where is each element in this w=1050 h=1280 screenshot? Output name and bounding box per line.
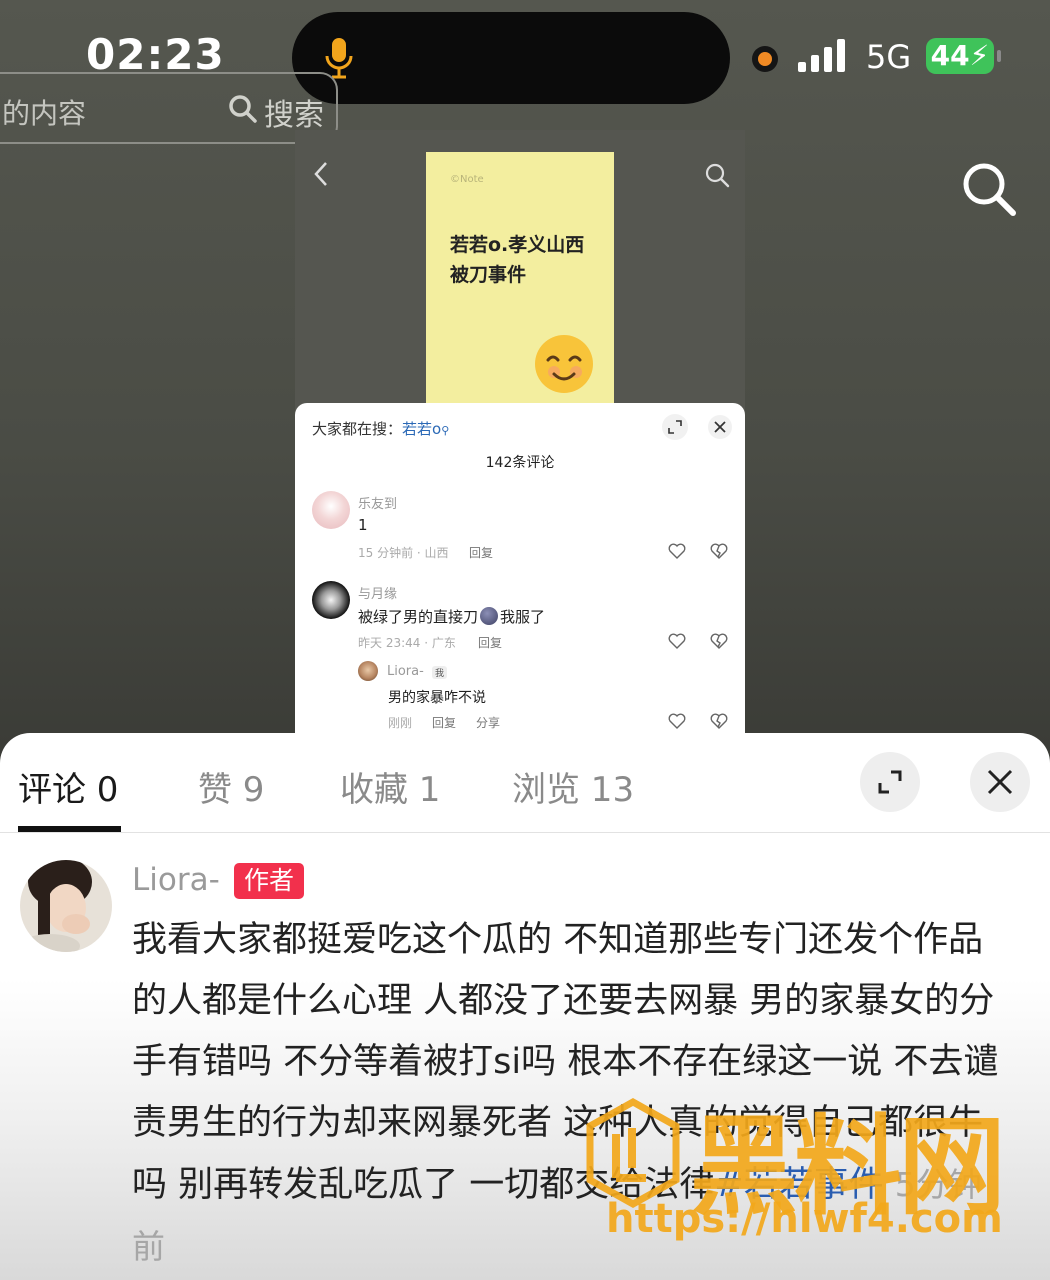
recording-indicator-icon	[752, 46, 778, 72]
comment-meta: 15 分钟前 · 山西	[358, 546, 449, 560]
avatar[interactable]	[312, 491, 350, 529]
tab-favorites[interactable]: 收藏 1	[340, 762, 440, 811]
divider	[0, 832, 1050, 833]
reply-meta: 刚刚	[388, 716, 413, 730]
watermark-url: https://hlwf4.com	[606, 1196, 1003, 1242]
dislike-icon[interactable]	[709, 631, 729, 651]
heart-icon[interactable]	[667, 711, 687, 731]
network-type: 5G	[866, 38, 912, 76]
note-title: 若若o.孝义山西被刀事件	[450, 234, 585, 286]
comment-username[interactable]: 乐友到	[358, 493, 397, 512]
search-icon: ⚲	[441, 424, 450, 437]
moon-emoji-icon	[480, 607, 499, 625]
comment-text-start: 被绿了男的直接刀	[358, 608, 479, 626]
close-icon[interactable]	[708, 415, 732, 439]
watermark-logo-icon	[586, 1098, 680, 1208]
close-button[interactable]	[970, 752, 1030, 812]
dislike-icon[interactable]	[709, 541, 729, 561]
comment-count: 142条评论	[485, 455, 555, 471]
avatar[interactable]	[20, 860, 112, 952]
expand-icon	[878, 770, 902, 794]
heart-icon[interactable]	[667, 541, 687, 561]
heart-icon[interactable]	[667, 631, 687, 651]
tab-views[interactable]: 浏览 13	[512, 762, 634, 811]
comment-author[interactable]: Liora-	[132, 862, 220, 898]
search-hint-term[interactable]: 若若o	[402, 420, 441, 438]
dynamic-island	[292, 12, 730, 104]
search-icon	[229, 95, 257, 123]
embedded-search-hint[interactable]: 大家都在搜：若若o⚲	[312, 418, 449, 439]
battery-icon: 44⚡	[926, 38, 1001, 74]
avatar-photo	[20, 860, 112, 952]
battery-level: 44	[930, 39, 970, 72]
search-icon[interactable]	[704, 162, 730, 188]
comment-text-end: 我服了	[500, 608, 546, 626]
comment-text: 1	[358, 516, 368, 534]
background-search-button[interactable]: 搜索	[264, 90, 324, 134]
expand-button[interactable]	[860, 752, 920, 812]
search-hint-prefix: 大家都在搜：	[312, 420, 403, 438]
smiley-emoji-icon	[535, 335, 593, 393]
reply-button[interactable]: 回复	[478, 634, 502, 651]
note-mark: ©Note	[450, 174, 484, 185]
search-icon[interactable]	[960, 160, 1018, 218]
dislike-icon[interactable]	[709, 711, 729, 731]
reply-button[interactable]: 回复	[469, 544, 493, 561]
back-chevron-icon[interactable]	[311, 160, 331, 188]
author-badge: 作者	[234, 863, 304, 899]
me-badge: 我	[432, 666, 448, 679]
avatar[interactable]	[358, 661, 378, 681]
tab-comments[interactable]: 评论 0	[18, 762, 118, 811]
signal-strength-icon	[798, 39, 845, 72]
reply-username[interactable]: Liora-	[387, 664, 424, 679]
tab-likes[interactable]: 赞 9	[198, 762, 264, 811]
background-search-placeholder: 的内容	[2, 97, 87, 130]
reply-button[interactable]: 回复	[432, 714, 456, 731]
comment-username[interactable]: 与月缘	[358, 583, 397, 602]
close-icon	[987, 769, 1013, 795]
comment-text: 被绿了男的直接刀 我服了	[358, 606, 545, 627]
comment-meta: 昨天 23:44 · 广东	[358, 636, 456, 650]
avatar[interactable]	[312, 581, 350, 619]
share-button[interactable]: 分享	[476, 714, 500, 731]
expand-icon[interactable]	[662, 414, 688, 440]
reply-text: 男的家暴咋不说	[388, 690, 486, 706]
